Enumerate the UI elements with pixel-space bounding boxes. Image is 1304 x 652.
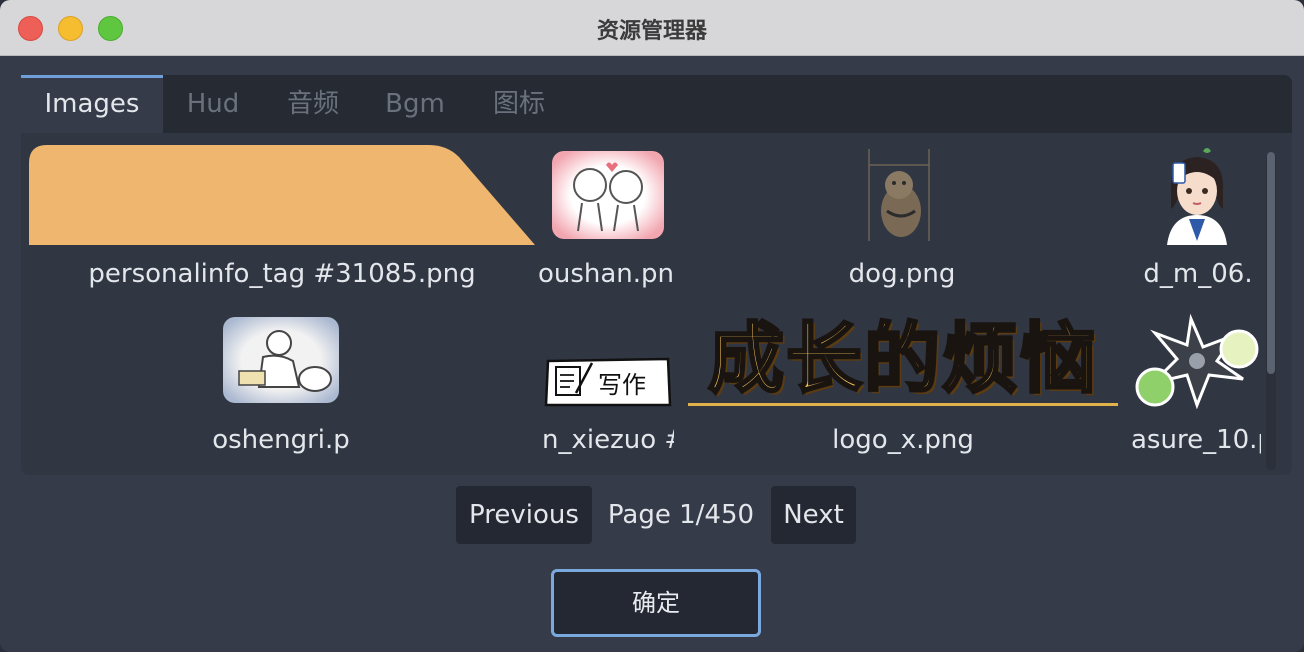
title-logo-image-icon: 成长的烦恼 [683, 313, 1123, 413]
couple-sketch-image-icon [552, 151, 664, 239]
asset-name: dog.png [848, 259, 956, 289]
title-bar: 资源管理器 [0, 0, 1304, 56]
asset-panel: Images Hud 音频 Bgm 图标 personalinfo_tag #3… [21, 75, 1292, 475]
tab-bgm[interactable]: Bgm [373, 75, 457, 133]
dog-sketch-image-icon [859, 145, 945, 245]
asset-item[interactable]: oshengri.p [211, 313, 351, 473]
next-page-button[interactable]: Next [771, 486, 856, 544]
asset-name: n_xiezuo # [542, 425, 674, 455]
orange-tag-shape-icon [29, 145, 535, 245]
asset-item[interactable]: oushan.pn [536, 145, 676, 305]
tab-audio[interactable]: 音频 [271, 75, 355, 133]
tab-images[interactable]: Images [21, 75, 163, 133]
asset-name: personalinfo_tag #31085.png [88, 259, 476, 289]
asset-item[interactable]: dog.png [847, 145, 957, 305]
birthday-sketch-image-icon [223, 317, 339, 403]
tab-hud[interactable]: Hud [171, 75, 255, 133]
asset-item[interactable]: 写作 n_xiezuo # [542, 313, 674, 473]
asset-name: oshengri.p [212, 425, 350, 455]
confirm-button[interactable]: 确定 [551, 569, 761, 637]
tab-bar: Images Hud 音频 Bgm 图标 [21, 75, 1292, 133]
asset-name: asure_10.p [1131, 425, 1261, 455]
writing-label-text: 写作 [598, 371, 646, 399]
asset-item[interactable]: 成长的烦恼 logo_x.png [683, 313, 1123, 473]
asset-item[interactable]: personalinfo_tag #31085.png [29, 145, 535, 305]
asset-name: oushan.pn [537, 259, 675, 289]
asset-grid-scrollbar[interactable] [1266, 152, 1276, 470]
asset-name: d_m_06. [1143, 259, 1253, 289]
tab-icons[interactable]: 图标 [477, 75, 561, 133]
asset-grid: personalinfo_tag #31085.png oushan.pn do… [21, 133, 1261, 473]
asset-item[interactable]: d_m_06. [1135, 145, 1261, 305]
previous-page-button[interactable]: Previous [456, 486, 592, 544]
logo-title-text: 成长的烦恼 [707, 313, 1098, 403]
window-title: 资源管理器 [596, 19, 707, 44]
girl-avatar-image-icon [1147, 145, 1247, 245]
shuriken-apple-image-icon [1131, 313, 1261, 409]
asset-name: logo_x.png [832, 425, 974, 455]
writing-label-image-icon: 写作 [544, 355, 672, 409]
page-indicator: Page 1/450 [607, 500, 755, 530]
asset-manager-window: 资源管理器 Images Hud 音频 Bgm 图标 personalinfo_… [0, 0, 1304, 652]
scrollbar-thumb[interactable] [1267, 152, 1275, 374]
asset-item[interactable]: asure_10.p [1131, 313, 1261, 473]
